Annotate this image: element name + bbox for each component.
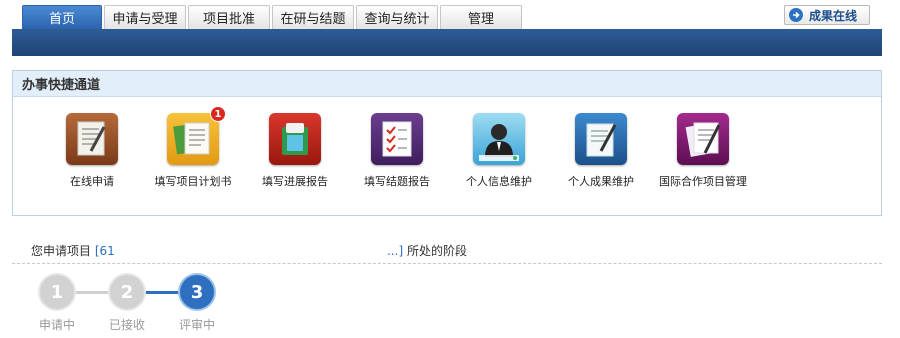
step-3-circle: 3 [180,275,214,309]
tab-approval[interactable]: 项目批准 [188,5,270,29]
arrow-right-circle-icon [789,8,803,22]
step-3-label: 评审中 [178,318,215,332]
section-divider [12,263,882,264]
tab-manage[interactable]: 管理 [440,5,522,29]
checklist-icon [371,113,423,165]
progress-report-icon [269,113,321,165]
tab-application[interactable]: 申请与受理 [104,5,186,29]
shortcut-final-report[interactable]: 填写结题报告 [347,113,447,189]
shortcut-personal-info[interactable]: 个人信息维护 [449,113,549,189]
step-1-label: 申请中 [38,318,75,332]
stage-suffix: 所处的阶段 [406,244,467,258]
results-online-label: 成果在线 [809,8,858,23]
results-online-button[interactable]: 成果在线 [784,5,870,25]
plan-book-icon: 1 [167,106,226,165]
shortcut-online-apply[interactable]: 在线申请 [42,113,142,189]
panel-title: 办事快捷通道 [13,71,881,97]
project-code[interactable]: [61 [95,244,115,258]
main-tabs: 首页 申请与受理 项目批准 在研与结题 查询与统计 管理 [22,5,524,29]
tab-in-research[interactable]: 在研与结题 [272,5,354,29]
person-icon [473,113,525,165]
step-2-circle: 2 [110,275,144,309]
shortcut-project-plan[interactable]: 1 填写项目计划书 [143,106,243,189]
document-pen-icon [575,113,627,165]
tab-query[interactable]: 查询与统计 [356,5,438,29]
shortcut-label: 填写进展报告 [262,175,328,188]
shortcut-label: 在线申请 [70,175,114,188]
pen-paper-icon [66,113,118,165]
notification-badge: 1 [210,106,226,122]
shortcut-personal-results[interactable]: 个人成果维护 [551,113,651,189]
nav-bar [12,29,882,56]
project-stage-suffix-group: ...] 所处的阶段 [387,242,467,259]
shortcut-label: 填写结题报告 [364,175,430,188]
shortcut-label: 个人信息维护 [466,175,532,188]
shortcut-label: 填写项目计划书 [154,175,232,188]
project-code-end: ...] [387,244,404,258]
quick-channel-panel: 办事快捷通道 在线申请 1 填写项目计划书 填写进展报告 填写结题报告 个人信息… [12,70,882,216]
step-1-circle: 1 [40,275,74,309]
project-stage-text: 您申请项目 [61 [31,242,115,259]
stage-prefix: 您申请项目 [31,244,92,258]
shortcut-label: 国际合作项目管理 [659,175,747,188]
step-2-label: 已接收 [108,318,145,332]
shortcut-progress-report[interactable]: 填写进展报告 [245,113,345,189]
shortcut-label: 个人成果维护 [568,175,634,188]
tab-home[interactable]: 首页 [22,5,102,29]
intl-project-icon [677,113,729,165]
shortcut-intl-cooperation[interactable]: 国际合作项目管理 [653,113,753,189]
